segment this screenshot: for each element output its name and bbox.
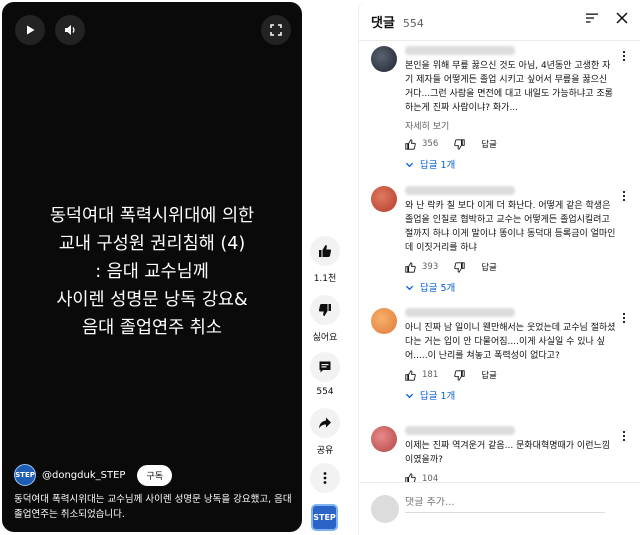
comment-like-count: 356 — [422, 139, 439, 149]
fullscreen-button[interactable] — [261, 15, 291, 45]
comment-menu-icon[interactable] — [619, 190, 629, 202]
share-button[interactable] — [310, 408, 340, 438]
play-button[interactable] — [15, 15, 45, 45]
reply-button[interactable]: 답글 — [481, 369, 497, 381]
thumbs-down-icon — [318, 304, 331, 316]
comment-text: 본인을 위해 무릎 꿇으신 것도 아님, 4년동안 고생한 자기 제자들 어떻게… — [405, 61, 613, 113]
dislike-action: 싫어요 — [310, 295, 340, 343]
video-player[interactable]: 동덕여대 폭력시위대에 의한 교내 구성원 권리침해 (4) : 음대 교수님께… — [2, 2, 302, 532]
comment-author-blurred[interactable] — [405, 186, 515, 195]
comment-author-blurred[interactable] — [405, 426, 515, 435]
like-button[interactable] — [310, 236, 340, 266]
avatar[interactable] — [371, 186, 397, 212]
subscribe-button[interactable]: 구독 — [137, 464, 172, 486]
comment-count: 554 — [316, 387, 334, 397]
chevron-down-icon — [405, 162, 414, 167]
comment-body: 와 난 락카 칠 보다 이게 더 화난다. 어떻게 같은 학생은 졸업을 인질로… — [405, 186, 617, 294]
comment-author-blurred[interactable] — [405, 46, 515, 55]
video-overlay-title: 동덕여대 폭력시위대에 의한 교내 구성원 권리침해 (4) : 음대 교수님께… — [12, 202, 292, 342]
share-label: 공유 — [316, 446, 334, 456]
comment-text: 이제는 진짜 역겨운거 같음... 문화대혁명때가 이런느낌이였을까? — [405, 441, 611, 465]
like-count: 1.1천 — [313, 274, 337, 284]
view-replies-button[interactable]: 답글 1개 — [405, 388, 617, 402]
chevron-down-icon — [405, 393, 414, 398]
add-comment-bar — [359, 482, 640, 535]
read-more-link[interactable]: 자세히 보기 — [405, 119, 617, 132]
fullscreen-icon — [270, 24, 282, 36]
more-vertical-icon — [323, 472, 327, 484]
comment-actions: 181 답글 — [405, 369, 617, 381]
volume-icon — [65, 25, 75, 35]
comments-title: 댓글 — [371, 16, 395, 31]
share-action: 공유 — [310, 408, 340, 456]
channel-row: STEP @dongduk_STEP 구독 — [14, 464, 172, 486]
channel-name[interactable]: @dongduk_STEP — [42, 470, 125, 481]
dislike-label: 싫어요 — [312, 333, 338, 343]
thumbs-up-icon — [405, 261, 416, 273]
like-comment-button[interactable] — [405, 261, 416, 273]
comment-menu-icon[interactable] — [619, 312, 629, 324]
close-icon[interactable] — [615, 11, 629, 25]
reply-button[interactable]: 답글 — [481, 261, 497, 273]
header-divider — [359, 40, 640, 41]
thumbs-up-icon — [405, 369, 416, 381]
overlay-line: 사이렌 성명문 낭독 강요& — [56, 290, 248, 310]
replies-count: 답글 5개 — [420, 283, 456, 294]
play-icon — [27, 25, 35, 35]
dislike-comment-button[interactable] — [454, 369, 465, 381]
sort-icon[interactable] — [585, 11, 599, 25]
volume-button[interactable] — [55, 15, 85, 45]
comment-text: 아니 진짜 남 일이니 웬만해서는 웃었는데 교수님 절하셨다는 거는 입이 안… — [405, 323, 616, 361]
comments-header: 댓글 554 — [371, 12, 424, 31]
comment-actions: 393 답글 — [405, 261, 617, 273]
thumbs-down-icon — [454, 369, 465, 381]
comment-text: 와 난 락카 칠 보다 이게 더 화난다. 어떻게 같은 학생은 졸업을 인질로… — [405, 201, 616, 253]
comment-body: 본인을 위해 무릎 꿇으신 것도 아님, 4년동안 고생한 자기 제자들 어떻게… — [405, 46, 617, 171]
share-icon — [319, 417, 331, 429]
avatar — [371, 495, 399, 523]
view-replies-button[interactable]: 답글 1개 — [405, 157, 617, 171]
comment-menu-icon[interactable] — [619, 50, 629, 62]
comment-body: 이제는 진짜 역겨운거 같음... 문화대혁명때가 이런느낌이였을까? 104 — [405, 426, 617, 484]
comments-count: 554 — [402, 17, 424, 30]
add-comment-input[interactable] — [405, 497, 605, 513]
like-comment-button[interactable] — [405, 138, 416, 150]
dislike-comment-button[interactable] — [454, 261, 465, 273]
chevron-down-icon — [405, 285, 414, 290]
comments-panel: 댓글 554 본인을 위해 무릎 꿇으신 것도 아님, 4년동안 고생한 자기 … — [358, 0, 640, 535]
video-description[interactable]: 동덕여대 폭력시위대는 교수님께 사이렌 성명문 낭독을 강요했고, 음대 졸업… — [14, 492, 294, 522]
comment-menu-icon[interactable] — [619, 430, 629, 442]
reply-button[interactable]: 답글 — [481, 138, 497, 150]
overlay-line: 동덕여대 폭력시위대에 의한 — [49, 206, 255, 226]
overlay-line: 교내 구성원 권리침해 (4) — [58, 234, 246, 254]
more-action — [310, 463, 340, 493]
comment-icon — [319, 361, 331, 373]
comments-button[interactable] — [310, 352, 340, 382]
comment-author-blurred[interactable] — [405, 308, 515, 317]
comment-actions: 356 답글 — [405, 138, 617, 150]
comment-like-count: 181 — [422, 370, 439, 380]
comment-like-count: 393 — [422, 262, 439, 272]
channel-avatar[interactable]: STEP — [14, 464, 36, 486]
thumbs-down-icon — [454, 138, 465, 150]
thumbs-up-icon — [319, 245, 332, 257]
thumbs-up-icon — [405, 138, 416, 150]
avatar[interactable] — [371, 308, 397, 334]
avatar[interactable] — [371, 46, 397, 72]
comment-action: 554 — [310, 352, 340, 397]
avatar[interactable] — [371, 426, 397, 452]
comment-body: 아니 진짜 남 일이니 웬만해서는 웃었는데 교수님 절하셨다는 거는 입이 안… — [405, 308, 617, 402]
overlay-line: 음대 졸업연주 취소 — [82, 318, 222, 338]
replies-count: 답글 1개 — [420, 160, 456, 171]
like-action: 1.1천 — [310, 236, 340, 284]
view-replies-button[interactable]: 답글 5개 — [405, 280, 617, 294]
like-comment-button[interactable] — [405, 369, 416, 381]
dislike-button[interactable] — [310, 295, 340, 325]
thumbs-down-icon — [454, 261, 465, 273]
replies-count: 답글 1개 — [420, 391, 456, 402]
dislike-comment-button[interactable] — [454, 138, 465, 150]
overlay-line: : 음대 교수님께 — [95, 262, 209, 282]
more-options-button[interactable] — [310, 463, 340, 493]
channel-pivot-thumbnail[interactable]: STEP — [311, 504, 338, 531]
